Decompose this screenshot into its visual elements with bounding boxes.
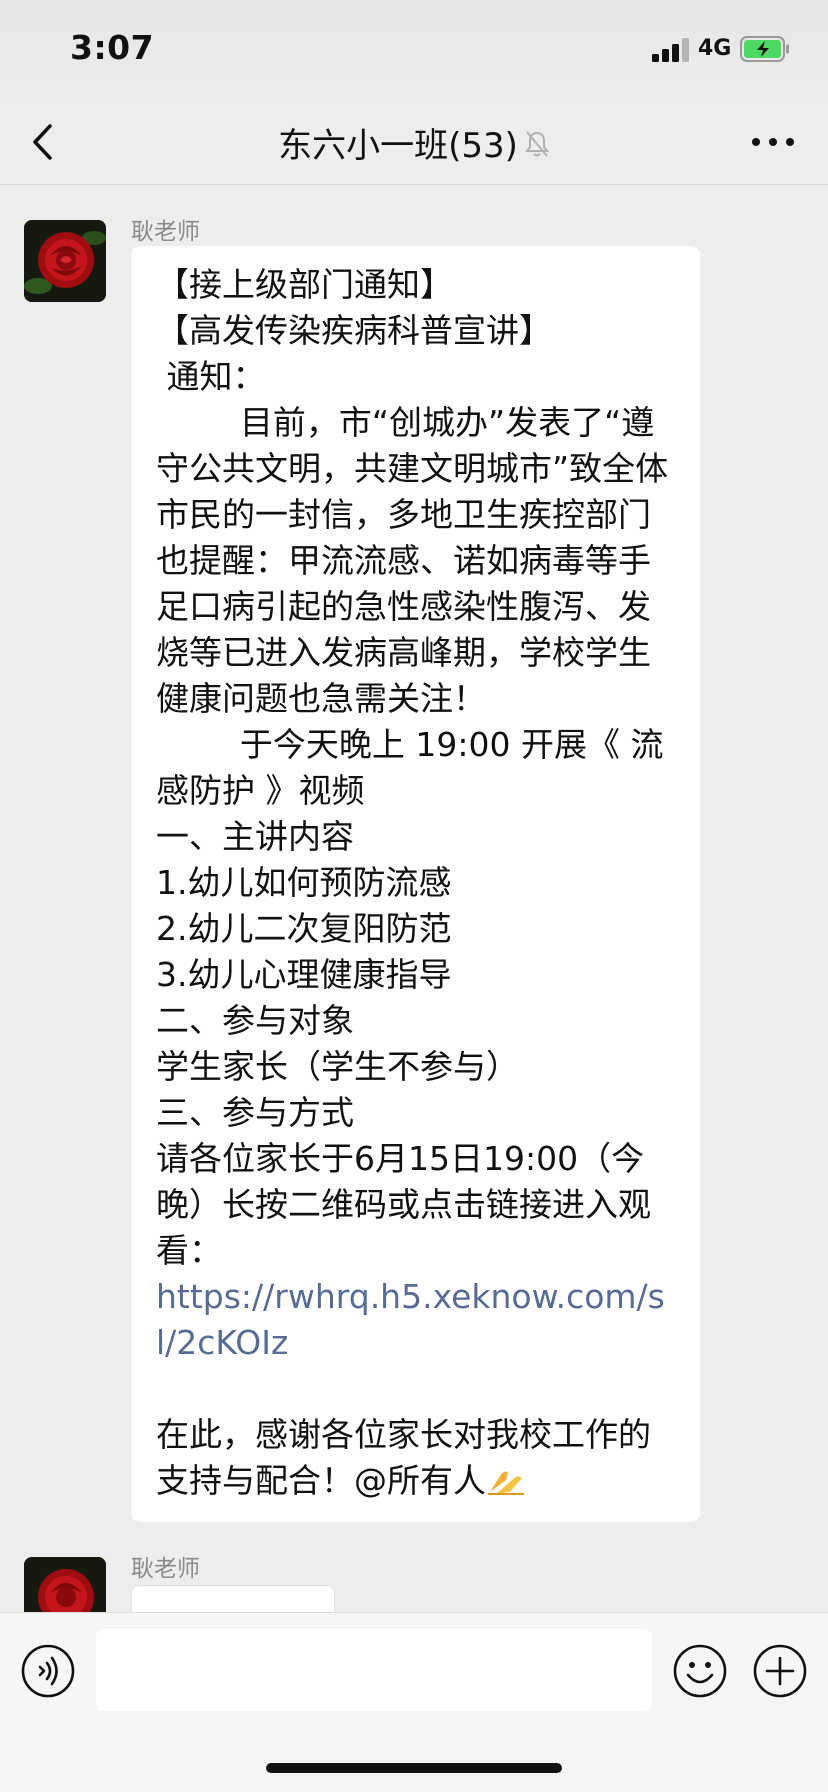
message-text-closing: 在此，感谢各位家长对我校工作的支持与配合！@所有人 (156, 1415, 651, 1500)
sender-name: 耿老师 (131, 219, 200, 245)
network-type: 4G (698, 36, 732, 61)
smiley-icon[interactable] (672, 1643, 728, 1699)
status-time: 3:07 (70, 28, 155, 67)
plus-circle-icon[interactable] (752, 1643, 808, 1699)
ellipsis-icon[interactable] (748, 134, 798, 150)
rose-avatar-image (24, 220, 106, 302)
status-bar: 3:07 4G (0, 0, 828, 100)
home-indicator (266, 1763, 562, 1773)
bell-muted-icon (524, 131, 549, 157)
sender-name: 耿老师 (131, 1556, 200, 1582)
input-bar (0, 1612, 828, 1792)
signal-icon (652, 38, 690, 62)
message-link[interactable]: https://rwhrq.h5.xeknow.com/sl/2cKOIz (156, 1277, 665, 1362)
voice-icon[interactable] (20, 1643, 76, 1699)
chat-title: 东六小一班(53) (278, 126, 518, 166)
message-text: 【接上级部门通知】 【高发传染疾病科普宣讲】 通知： 目前，市“创城办”发表了“… (156, 265, 669, 1270)
chat-header: 东六小一班(53) (0, 100, 828, 185)
rose-avatar-image (24, 1557, 106, 1612)
folded-hands-icon (488, 1471, 524, 1495)
chat-title-container: 东六小一班(53) (0, 118, 828, 167)
avatar[interactable] (24, 220, 106, 302)
message-bubble[interactable]: 【接上级部门通知】 【高发传染疾病科普宣讲】 通知： 目前，市“创城办”发表了“… (131, 246, 700, 1522)
message-input[interactable] (96, 1629, 652, 1711)
avatar[interactable] (24, 1557, 106, 1612)
battery-icon (740, 36, 789, 62)
